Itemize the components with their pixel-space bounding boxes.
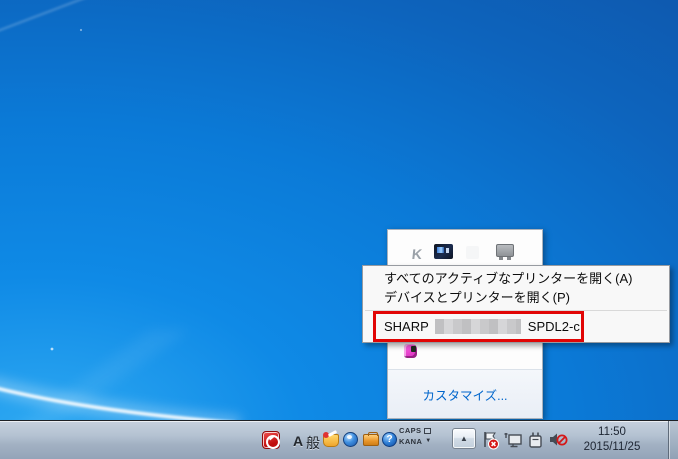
kaspersky-tray-icon[interactable]: K — [407, 245, 427, 262]
ime-tools-icon[interactable] — [363, 434, 379, 446]
taskbar-clock[interactable]: 11:50 2015/11/25 — [573, 425, 651, 455]
show-desktop-button[interactable] — [668, 421, 678, 459]
network-status-icon[interactable] — [504, 431, 523, 449]
menu-item-sharp-printer[interactable]: SHARP SPDL2-c — [363, 314, 669, 338]
ime-character-tray-icon[interactable] — [404, 344, 417, 358]
printer-context-menu: すべてのアクティブなプリンターを開く(A) デバイスとプリンターを開く(P) S… — [362, 265, 670, 343]
customize-link[interactable]: カスタマイズ... — [422, 385, 507, 404]
menu-item-open-active-printers[interactable]: すべてのアクティブなプリンターを開く(A) — [363, 269, 669, 288]
ime-key-status[interactable]: CAPS KANA ▼ — [399, 425, 439, 455]
desktop: K カスタマイズ... すべてのアクティブなプリンターを開く(A) デバイスとプ… — [0, 0, 678, 459]
inactive-tray-icon[interactable] — [466, 246, 479, 259]
ime-input-mode-indicator[interactable]: A — [293, 433, 303, 449]
printer-tray-icon[interactable] — [496, 244, 514, 257]
antivirus-tray-icon[interactable] — [262, 431, 280, 449]
overflow-icon-row: K — [388, 244, 542, 264]
menu-item-open-devices-printers[interactable]: デバイスとプリンターを開く(P) — [363, 288, 669, 307]
ime-restore-icon[interactable] — [424, 428, 431, 434]
taskbar: A 般 ? CAPS KANA ▼ ▲ — [0, 420, 678, 459]
ime-conversion-mode-indicator[interactable]: 般 — [306, 433, 320, 453]
redacted-printer-name — [435, 319, 521, 334]
ime-dropdown-icon[interactable]: ▼ — [425, 436, 431, 447]
display-utility-tray-icon[interactable] — [434, 244, 453, 259]
action-center-flag-icon[interactable] — [482, 431, 499, 450]
ime-pad-icon[interactable] — [323, 434, 339, 447]
menu-separator — [365, 310, 667, 311]
ime-help-icon[interactable]: ? — [382, 432, 397, 447]
clock-date: 2015/11/25 — [573, 440, 651, 455]
customize-area: カスタマイズ... — [388, 369, 542, 418]
clock-time: 11:50 — [573, 425, 651, 440]
kana-indicator: KANA — [399, 436, 422, 447]
printer-name-prefix: SHARP — [384, 319, 429, 334]
volume-muted-icon[interactable] — [548, 431, 568, 449]
power-plug-icon[interactable] — [527, 431, 545, 449]
show-hidden-icons-button[interactable]: ▲ — [452, 428, 476, 449]
ime-dictionary-icon[interactable] — [343, 432, 358, 447]
printer-name-suffix: SPDL2-c — [528, 319, 580, 334]
desktop-light-swoosh — [0, 0, 678, 459]
caps-indicator: CAPS — [399, 425, 421, 436]
